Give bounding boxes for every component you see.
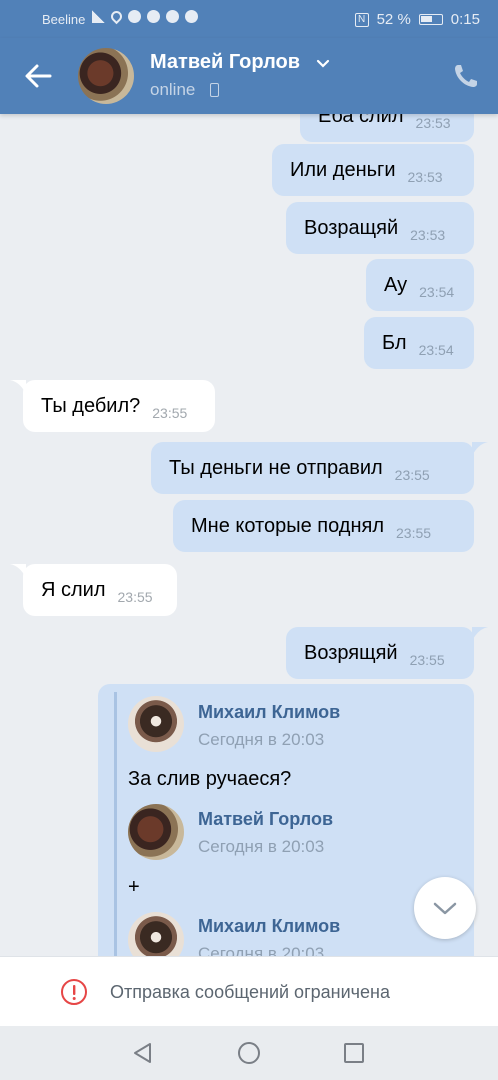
message-text: Я слил <box>41 578 106 601</box>
message-bubble[interactable]: Бл 23:54 <box>364 317 474 369</box>
forwarded-text: + <box>128 876 140 898</box>
message-bubble[interactable]: Ты дебил? 23:55 <box>23 380 215 432</box>
message-bubble[interactable]: Или деньги 23:53 <box>272 144 474 196</box>
back-arrow-icon[interactable] <box>22 60 54 92</box>
forwarded-author[interactable]: Михаил Климов <box>198 702 340 723</box>
message-text: Возращяй <box>304 216 399 239</box>
forwarded-avatar[interactable] <box>128 912 184 956</box>
status-icons <box>92 8 198 25</box>
nav-recents-icon[interactable] <box>344 1043 364 1063</box>
message-list[interactable]: Еба слил 23:53 Или деньги 23:53 Возращяй… <box>0 114 498 956</box>
message-time: 23:54 <box>418 342 454 358</box>
bubble-tail <box>472 627 488 641</box>
message-bubble[interactable]: Я слил 23:55 <box>23 564 177 616</box>
nav-home-icon[interactable] <box>238 1042 260 1064</box>
clock: 0:15 <box>450 11 480 28</box>
scroll-down-button[interactable] <box>414 877 476 939</box>
status-bar: Beeline N 52 % 0:15 <box>0 0 498 38</box>
message-time: 23:55 <box>396 525 432 541</box>
system-nav-bar <box>0 1026 498 1080</box>
phone-call-icon[interactable] <box>452 62 480 90</box>
message-text: Или деньги <box>290 158 396 181</box>
chevron-down-icon[interactable] <box>316 59 330 69</box>
message-time: 23:55 <box>117 589 153 605</box>
forwarded-author[interactable]: Матвей Горлов <box>198 809 333 830</box>
forwarded-avatar[interactable] <box>128 696 184 752</box>
quote-bar <box>114 692 117 956</box>
online-status: online <box>150 80 196 99</box>
message-text: Ты деньги не отправил <box>169 456 383 479</box>
mobile-device-icon <box>210 83 219 97</box>
forwarded-author[interactable]: Михаил Климов <box>198 916 340 937</box>
chat-header: Матвей Горлов online <box>0 38 498 114</box>
battery-percent: 52 % <box>376 11 411 28</box>
warning-icon <box>61 979 87 1005</box>
forwarded-date: Сегодня в 20:03 <box>198 837 325 856</box>
nav-back-icon[interactable] <box>132 1042 154 1064</box>
message-text: Мне которые поднял <box>191 514 385 537</box>
restriction-text: Отправка сообщений ограничена <box>110 982 390 1002</box>
contact-name[interactable]: Матвей Горлов <box>150 51 300 74</box>
chevron-down-icon <box>433 902 457 915</box>
battery-icon <box>418 14 443 25</box>
nfc-icon: N <box>354 12 369 27</box>
forwarded-avatar[interactable] <box>128 804 184 860</box>
message-bubble[interactable]: Возрящяй 23:55 <box>286 627 474 679</box>
message-bubble[interactable]: Еба слил 23:53 <box>300 114 474 142</box>
message-time: 23:55 <box>409 652 445 668</box>
message-time: 23:55 <box>394 467 430 483</box>
message-time: 23:53 <box>410 227 446 243</box>
message-bubble[interactable]: Ау 23:54 <box>366 259 474 311</box>
wifi-icon <box>108 8 125 25</box>
message-text: Ау <box>384 273 408 296</box>
message-time: 23:55 <box>152 405 188 421</box>
message-text: Еба слил <box>318 114 404 127</box>
app-status-icon <box>185 10 198 23</box>
browser-status-icon <box>166 10 179 23</box>
message-time: 23:54 <box>419 284 455 300</box>
message-text: Бл <box>382 331 407 354</box>
bubble-tail <box>472 442 488 456</box>
chat-status-icon <box>147 10 160 23</box>
message-text: Возрящяй <box>304 641 398 664</box>
forwarded-date: Сегодня в 20:03 <box>198 944 325 956</box>
signal-icon <box>92 10 105 23</box>
contact-avatar[interactable] <box>78 48 134 104</box>
message-bubble[interactable]: Мне которые поднял 23:55 <box>173 500 474 552</box>
message-bubble[interactable]: Возращяй 23:53 <box>286 202 474 254</box>
message-time: 23:53 <box>415 115 451 131</box>
message-bubble[interactable]: Ты деньги не отправил 23:55 <box>151 442 474 494</box>
restriction-banner: Отправка сообщений ограничена <box>0 956 498 1026</box>
forwarded-text: За слив ручаеся? <box>128 768 292 790</box>
forwarded-date: Сегодня в 20:03 <box>198 730 325 749</box>
search-status-icon <box>128 10 141 23</box>
carrier-label: Beeline <box>42 12 86 27</box>
message-text: Ты дебил? <box>41 394 141 417</box>
message-time: 23:53 <box>407 169 443 185</box>
